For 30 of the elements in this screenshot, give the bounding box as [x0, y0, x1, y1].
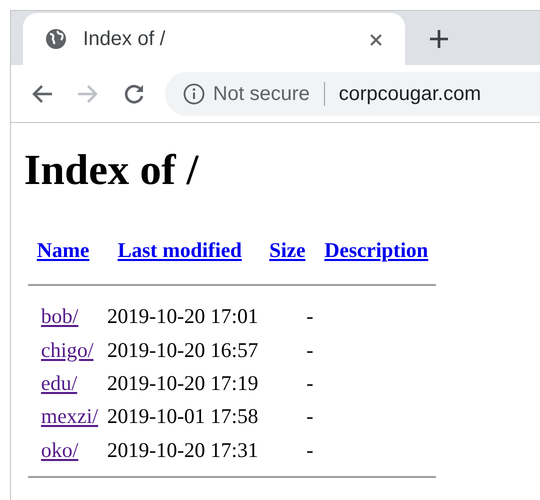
file-size: -	[306, 438, 314, 462]
page-heading: Index of /	[24, 146, 200, 196]
address-bar[interactable]: Not secure corpcougar.com	[165, 72, 540, 116]
folder-link[interactable]: edu/	[41, 370, 78, 395]
tab-title: Index of /	[83, 27, 166, 52]
modified-date: 2019-10-20 17:19	[107, 370, 258, 395]
info-icon	[183, 82, 205, 104]
file-size: -	[306, 304, 314, 328]
folder-link[interactable]: chigo/	[41, 338, 94, 362]
column-header-link[interactable]: Size	[269, 238, 306, 262]
back-icon[interactable]	[31, 84, 53, 104]
file-size: -	[306, 404, 314, 428]
new-tab-icon[interactable]	[429, 29, 449, 49]
modified-date: 2019-10-20 17:31	[107, 438, 258, 462]
modified-date: 2019-10-20 16:57	[107, 338, 258, 362]
folder-link[interactable]: oko/	[41, 438, 78, 462]
browser-tab[interactable]: Index of /	[23, 13, 405, 65]
column-header-link[interactable]: Description	[324, 238, 428, 262]
column-header-link[interactable]: Name	[36, 238, 90, 262]
folder-link[interactable]: mexzi/	[41, 404, 98, 428]
security-label: Not secure	[213, 82, 310, 106]
file-size: -	[306, 370, 314, 395]
file-size: -	[306, 338, 314, 362]
reload-icon[interactable]	[123, 82, 145, 104]
folder-link[interactable]: bob/	[41, 304, 78, 328]
modified-date: 2019-10-01 17:58	[107, 404, 258, 428]
modified-date: 2019-10-20 17:01	[107, 304, 258, 328]
url-text: corpcougar.com	[338, 82, 482, 106]
column-header-link[interactable]: Last modified	[118, 238, 242, 262]
globe-icon	[45, 28, 67, 50]
